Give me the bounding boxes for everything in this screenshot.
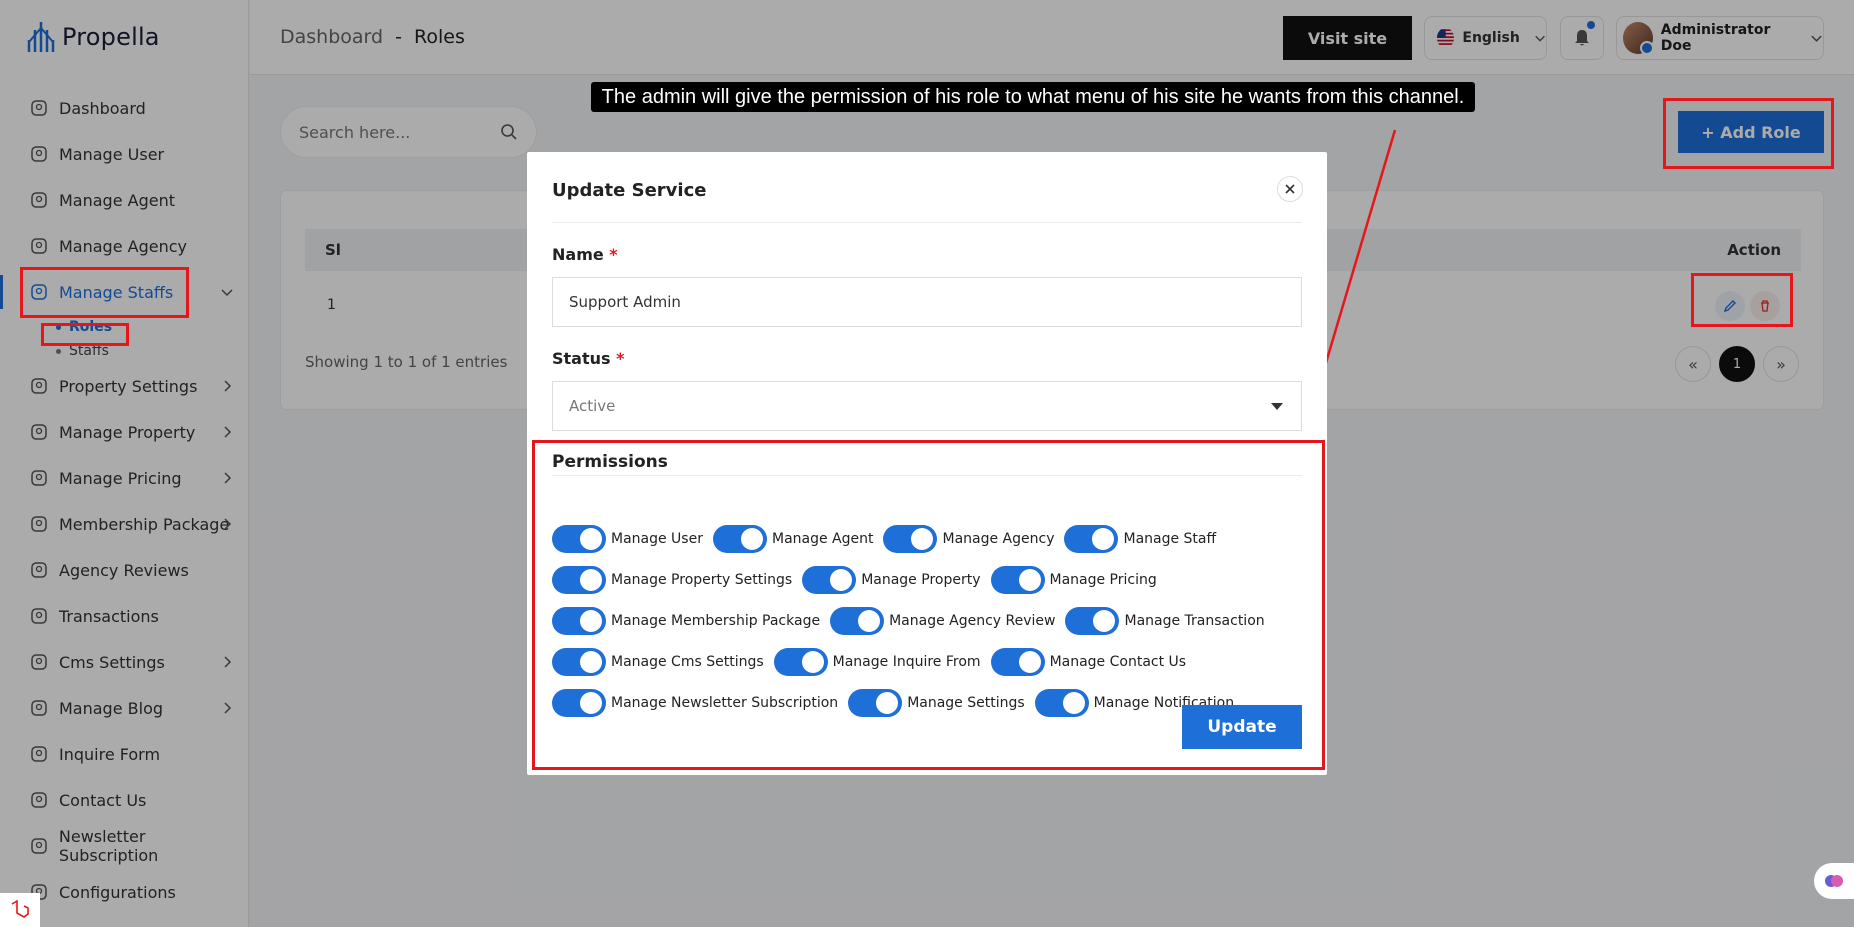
modal-divider	[552, 222, 1302, 223]
status-label-text: Status	[552, 349, 611, 368]
required-mark: *	[609, 245, 618, 264]
highlight-roles	[41, 323, 129, 346]
laravel-icon	[11, 899, 29, 918]
status-value: Active	[569, 397, 616, 415]
close-icon	[1285, 184, 1295, 194]
laravel-badge[interactable]	[0, 893, 40, 927]
highlight-permissions	[532, 440, 1325, 770]
annotation-caption: The admin will give the permission of hi…	[591, 82, 1475, 112]
assistant-button[interactable]	[1814, 863, 1854, 899]
close-button[interactable]	[1277, 176, 1303, 202]
status-select[interactable]: Active	[552, 381, 1302, 431]
name-label-text: Name	[552, 245, 604, 264]
highlight-manage-staffs	[20, 267, 189, 318]
required-mark: *	[616, 349, 625, 368]
brain-icon	[1825, 875, 1843, 887]
name-label: Name *	[552, 245, 618, 264]
caret-down-icon	[1271, 403, 1283, 410]
highlight-actions	[1691, 273, 1793, 327]
modal-title: Update Service	[552, 180, 707, 201]
status-label: Status *	[552, 349, 624, 368]
highlight-add-role	[1663, 98, 1834, 169]
name-field[interactable]: Support Admin	[552, 277, 1302, 327]
